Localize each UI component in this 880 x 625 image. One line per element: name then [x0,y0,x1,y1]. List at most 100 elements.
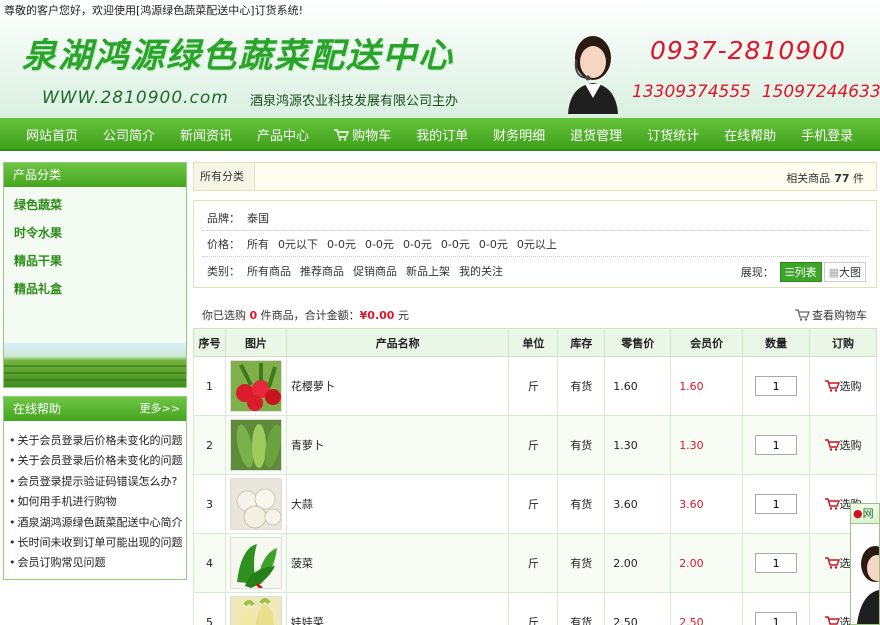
help-panel-title: 在线帮助 [13,402,62,416]
retail-price: 2.50 [604,592,672,625]
nav-about[interactable]: 公司简介 [103,125,155,144]
nav-products[interactable]: 产品中心 [257,125,309,144]
table-row: 2 青萝卜 斤 有货 1.30 1.30 选购 [193,415,877,475]
help-item[interactable]: 关于会员登录后价格未变化的问题 [9,431,186,451]
price-option[interactable]: 0元以下 [278,236,318,252]
price-option[interactable]: 0-0元 [403,236,432,252]
chat-label: 网 [862,507,874,520]
cart-summary-text: 你已选购 0 件商品，合计金额：¥0.00 元 [202,307,409,323]
hotline-number: 0937-2810900 [650,36,846,65]
product-name[interactable]: 娃娃菜 [285,592,510,625]
cart-icon [824,379,840,392]
member-price: 3.60 [670,474,744,534]
buy-button[interactable]: 选购 [824,437,862,453]
quantity-cell [742,592,811,625]
table-header-row: 序号 图片 产品名称 单位 库存 零售价 会员价 数量 订购 [193,328,877,357]
nav-news[interactable]: 新闻资讯 [180,125,232,144]
product-image[interactable] [229,360,282,412]
help-item[interactable]: 长时间未收到订单可能出现的问题 [9,533,186,553]
category-item[interactable]: 时令水果 [14,223,186,251]
nav-label: 在线帮助 [724,129,777,144]
breadcrumb-all-categories[interactable]: 所有分类 [194,163,255,190]
price-option[interactable]: 所有 [247,236,269,252]
product-image[interactable] [229,537,282,589]
help-item[interactable]: 关于会员登录后价格未变化的问题 [9,451,186,471]
type-option[interactable]: 所有商品 [247,263,291,279]
online-chat-widget[interactable]: ●网 [850,503,880,625]
quantity-input[interactable] [755,494,798,514]
column-header: 单位 [508,328,559,357]
column-header: 会员价 [670,328,744,357]
summary-suffix: 元 [397,309,409,322]
type-option[interactable]: 我的关注 [459,263,503,279]
help-panel: 在线帮助 更多>> 关于会员登录后价格未变化的问题 关于会员登录后价格未变化的问… [3,396,187,580]
view-list-button[interactable]: ☰列表 [779,262,822,282]
nav-home[interactable]: 网站首页 [26,125,78,144]
nav-help[interactable]: 在线帮助 [724,125,776,144]
product-image[interactable] [229,478,282,530]
category-item[interactable]: 绿色蔬菜 [14,195,186,223]
quantity-input[interactable] [755,553,798,573]
summary-middle: 件商品，合计金额： [260,309,360,322]
cart-icon [824,556,840,569]
price-option[interactable]: 0元以上 [517,236,557,252]
nav-orders[interactable]: 我的订单 [416,125,468,144]
nav-label: 公司简介 [103,129,156,144]
category-item[interactable]: 精品礼盒 [14,279,186,307]
product-name[interactable]: 菠菜 [285,533,510,593]
nav-returns[interactable]: 退货管理 [570,125,622,144]
product-image[interactable] [229,419,282,471]
price-option[interactable]: 0-0元 [365,236,394,252]
site-title: 泉湖鸿源绿色蔬菜配送中心 [22,36,454,76]
product-stock: 有货 [557,533,606,593]
product-name[interactable]: 大蒜 [285,474,510,534]
price-option[interactable]: 0-0元 [441,236,470,252]
table-row: 4 菠菜 斤 有货 2.00 2.00 选购 [193,533,877,593]
help-more-link[interactable]: 更多>> [140,397,180,421]
price-option[interactable]: 0-0元 [327,236,356,252]
nav-mobile-login[interactable]: 手机登录 [801,125,853,144]
site-url: WWW.2810900.com [42,88,229,108]
buy-label: 选购 [839,379,862,393]
type-option[interactable]: 推荐商品 [300,263,344,279]
product-stock: 有货 [557,415,606,475]
quantity-input[interactable] [755,612,798,625]
nav-label: 订货统计 [647,129,700,144]
table-row: 3 大蒜 斤 有货 3.60 3.60 选购 [193,474,877,534]
member-price: 1.30 [670,415,744,475]
divider [202,256,868,257]
column-header: 订购 [809,328,877,357]
help-item[interactable]: 酒泉湖鸿源绿色蔬菜配送中心简介 [9,513,186,533]
buy-button[interactable]: 选购 [824,378,862,394]
column-header: 数量 [742,328,811,357]
product-image[interactable] [229,596,282,625]
type-option[interactable]: 促销商品 [353,263,397,279]
view-grid-button[interactable]: ▦大图 [823,262,866,282]
brand-option[interactable]: 泰国 [247,210,269,226]
retail-price: 1.30 [604,415,672,475]
quantity-input[interactable] [755,376,798,396]
row-number: 2 [193,415,226,475]
quantity-input[interactable] [755,435,798,455]
product-name[interactable]: 青萝卜 [285,415,510,475]
nav-cart[interactable]: 购物车 [334,125,391,144]
nav-finance[interactable]: 财务明细 [493,125,545,144]
nav-order-stats[interactable]: 订货统计 [647,125,699,144]
retail-price: 2.00 [604,533,672,593]
category-item[interactable]: 精品干果 [14,251,186,279]
help-item[interactable]: 会员登录提示验证码错误怎么办? [9,472,186,492]
product-unit: 斤 [508,533,559,593]
cart-icon [824,438,840,451]
column-header: 序号 [193,328,226,357]
category-panel-title: 产品分类 [4,163,186,187]
help-item[interactable]: 如何用手机进行购物 [9,492,186,512]
type-option[interactable]: 新品上架 [406,263,450,279]
product-unit: 斤 [508,415,559,475]
view-cart-link[interactable]: 查看购物车 [795,307,867,323]
help-item[interactable]: 会员订购常见问题 [9,553,186,573]
price-option[interactable]: 0-0元 [479,236,508,252]
buy-label: 选购 [839,438,862,452]
product-name[interactable]: 花樱萝卜 [285,356,510,416]
summary-prefix: 你已选购 [202,309,246,322]
product-stock: 有货 [557,356,606,416]
